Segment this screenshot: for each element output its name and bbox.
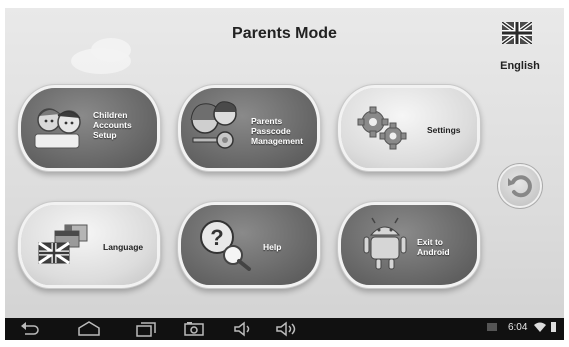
- battery-icon: [551, 322, 556, 333]
- children-accounts-setup-button[interactable]: Children Accounts Setup: [21, 88, 157, 168]
- notification-icon: [487, 323, 498, 332]
- help-magnifier-icon: ?: [200, 220, 251, 271]
- page-title: Parents Mode: [232, 25, 337, 42]
- volume-up-icon[interactable]: [275, 321, 297, 337]
- parents-key-icon: [190, 101, 237, 149]
- volume-down-icon[interactable]: [233, 321, 253, 337]
- screenshot-icon[interactable]: [183, 321, 205, 337]
- children-accounts-setup-label: Children Accounts Setup: [93, 110, 132, 140]
- language-label: Language: [103, 242, 144, 252]
- language-label: English: [500, 60, 540, 72]
- svg-text:?: ?: [210, 225, 223, 250]
- uk-flag-icon[interactable]: [502, 22, 532, 44]
- help-button[interactable]: ? Help: [181, 205, 317, 285]
- exit-to-android-label: Exit to Android: [417, 237, 450, 257]
- children-icon: [34, 108, 81, 149]
- settings-label: Settings: [427, 125, 461, 135]
- parents-mode-screen: Parents Mode English Children Accounts S…: [5, 8, 564, 340]
- settings-button[interactable]: Settings: [341, 88, 477, 168]
- gears-icon: [357, 106, 407, 150]
- parents-passcode-management-label: Parents Passcode Management: [251, 116, 303, 146]
- status-area: 6:04: [487, 322, 556, 333]
- help-label: Help: [263, 242, 282, 252]
- wifi-icon: [534, 322, 547, 333]
- language-button[interactable]: Language: [21, 205, 157, 285]
- recent-apps-icon[interactable]: [135, 321, 157, 337]
- clock: 6:04: [507, 322, 528, 333]
- back-icon[interactable]: [19, 321, 41, 337]
- flags-icon: [38, 224, 88, 265]
- exit-to-android-button[interactable]: Exit to Android: [341, 205, 477, 285]
- home-icon[interactable]: [77, 321, 101, 337]
- system-navigation-bar: 6:04: [5, 318, 564, 340]
- android-icon: [363, 217, 407, 270]
- undo-arrow-icon: [508, 175, 532, 198]
- back-button[interactable]: [500, 166, 540, 206]
- parents-passcode-management-button[interactable]: Parents Passcode Management: [181, 88, 317, 168]
